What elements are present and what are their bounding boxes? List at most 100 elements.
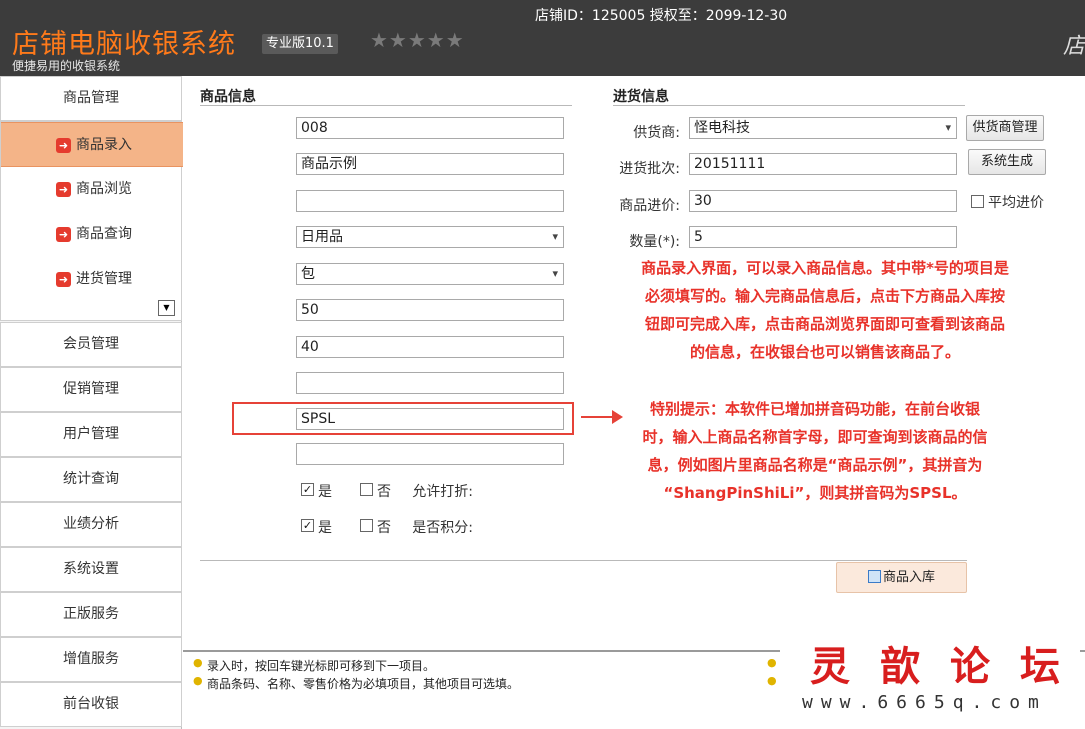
unit-value: 包: [301, 266, 315, 282]
submenu-item-label: 进货管理: [76, 271, 132, 287]
discount-no-label: 否: [377, 484, 391, 500]
quantity-input[interactable]: 5: [689, 226, 957, 248]
sidebar-item-product-management[interactable]: 商品管理: [0, 76, 182, 121]
discount-no-checkbox[interactable]: [360, 483, 373, 496]
points-yes-label: 是: [318, 520, 332, 536]
stock-in-label: 商品入库: [882, 570, 935, 585]
note-line: “ShangPinShiLi”，则其拼音码为SPSL。: [663, 484, 967, 502]
submenu-item-label: 商品查询: [76, 226, 132, 242]
watermark-logo: 灵歆论坛: [810, 643, 1085, 690]
sidebar-item-user-management[interactable]: 用户管理: [0, 412, 182, 457]
points-label: 是否积分:: [412, 520, 473, 536]
sidebar-item-promotion-management[interactable]: 促销管理: [0, 367, 182, 412]
batch-input[interactable]: 20151111: [689, 153, 957, 175]
member-price-input[interactable]: 40: [296, 336, 564, 358]
category-select[interactable]: 日用品: [296, 226, 564, 248]
submenu-item-product-entry[interactable]: ➜ 商品录入: [1, 122, 183, 167]
note-line: 特别提示：本软件已增加拼音码功能，在前台收银: [649, 400, 980, 418]
shop-info: 店铺ID：125005 授权至：2099-12-30: [535, 8, 788, 24]
divider: [200, 560, 967, 561]
note-line: 必须填写的。输入完商品信息后，点击下方商品入库按: [644, 287, 1005, 305]
spec-input[interactable]: [296, 372, 564, 394]
divider: [613, 105, 965, 106]
lightbulb-icon: ●: [193, 674, 203, 687]
edition-badge: 专业版10.1: [262, 34, 338, 54]
watermark-url: www.6665q.com: [802, 692, 1047, 713]
sidebar-item-settings[interactable]: 系统设置: [0, 547, 182, 592]
quantity-label: 数量(*):: [629, 234, 680, 250]
sidebar-item-value-added[interactable]: 增值服务: [0, 637, 182, 682]
points-yes-checkbox[interactable]: ✓: [301, 519, 314, 532]
sidebar-item-label: 系统设置: [63, 561, 119, 577]
arrow-right-icon: ➜: [56, 182, 71, 197]
note-line: 息，例如图片里商品名称是“商品示例”，其拼音为: [647, 456, 983, 474]
pointer-arrow-icon: [581, 410, 623, 424]
allow-discount-label: 允许打折:: [412, 484, 473, 500]
sidebar-item-member-management[interactable]: 会员管理: [0, 322, 182, 367]
barcode-input[interactable]: 008: [296, 117, 564, 139]
tip-text: 录入时，按回车键光标即可移到下一项目。: [207, 659, 436, 673]
note-line: 时，输入上商品名称首字母，即可查询到该商品的信: [642, 428, 988, 446]
unit-select[interactable]: 包: [296, 263, 564, 285]
header-corner-text: 店: [1062, 34, 1085, 59]
submenu-item-product-query[interactable]: ➜ 商品查询: [1, 212, 183, 257]
purchase-info-title: 进货信息: [613, 89, 669, 105]
discount-yes-label: 是: [318, 484, 332, 500]
submenu-item-label: 商品浏览: [76, 181, 132, 197]
cost-input[interactable]: 30: [689, 190, 957, 212]
lightbulb-icon: ●: [193, 656, 203, 669]
sidebar-item-label: 促销管理: [63, 381, 119, 397]
app-title: 店铺电脑收银系统: [12, 29, 236, 60]
sidebar-item-license-service[interactable]: 正版服务: [0, 592, 182, 637]
rating-stars-icon: ★★★★★: [370, 28, 465, 52]
sidebar-item-label: 业绩分析: [63, 516, 119, 532]
generate-batch-button[interactable]: 系统生成: [968, 149, 1046, 175]
pinyin-tip-note: 特别提示：本软件已增加拼音码功能，在前台收银 时，输入上商品名称首字母，即可查询…: [625, 395, 1005, 507]
avg-cost-label: 平均进价: [988, 195, 1044, 211]
arrow-right-icon: ➜: [56, 227, 71, 242]
lightbulb-icon: ●: [767, 674, 777, 687]
divider: [200, 105, 572, 106]
product-submenu: ➜ 商品录入 ➜ 商品浏览 ➜ 商品查询 ➜ 进货管理: [0, 121, 183, 321]
discount-yes-checkbox[interactable]: ✓: [301, 483, 314, 496]
sidebar-item-label: 会员管理: [63, 336, 119, 352]
submenu-item-purchase-management[interactable]: ➜ 进货管理: [1, 257, 183, 302]
note-line: 商品录入界面，可以录入商品信息。其中带*号的项目是: [641, 259, 1009, 277]
pinyin-input[interactable]: SPSL: [296, 408, 564, 430]
points-no-label: 否: [377, 520, 391, 536]
product-info-title: 商品信息: [200, 89, 256, 105]
arrow-right-icon: ➜: [56, 272, 71, 287]
supplier-label: 供货商:: [633, 125, 680, 141]
submenu-dropdown-icon[interactable]: ▼: [158, 300, 175, 316]
arrow-right-icon: ➜: [56, 138, 71, 153]
sidebar-item-label: 商品管理: [63, 90, 119, 106]
entry-instruction-note: 商品录入界面，可以录入商品信息。其中带*号的项目是 必须填写的。输入完商品信息后…: [615, 254, 1035, 366]
points-no-checkbox[interactable]: [360, 519, 373, 532]
app-subtitle: 便捷易用的收银系统: [12, 59, 121, 73]
remark-input[interactable]: [296, 443, 564, 465]
sidebar-item-label: 前台收银: [63, 696, 119, 712]
sidebar-item-label: 统计查询: [63, 471, 119, 487]
product-entry-panel: 商品信息 商品条码(*): 008 商品名称(*): 商品示例 商品货号: 商品…: [183, 76, 1085, 650]
sidebar-item-label: 用户管理: [63, 426, 119, 442]
tip-text: 商品条码、名称、零售价格为必填项目，其他项目可选填。: [207, 677, 520, 691]
sidebar-item-statistics[interactable]: 统计查询: [0, 457, 182, 502]
stock-in-button[interactable]: 商品入库: [836, 562, 967, 593]
sidebar-item-label: 增值服务: [63, 651, 119, 667]
note-line: 钮即可完成入库，点击商品浏览界面即可查看到该商品: [644, 315, 1005, 333]
submenu-item-product-browse[interactable]: ➜ 商品浏览: [1, 167, 183, 212]
batch-label: 进货批次:: [619, 161, 680, 177]
product-name-input[interactable]: 商品示例: [296, 153, 564, 175]
supplier-management-button[interactable]: 供货商管理: [966, 115, 1044, 141]
sidebar-item-performance[interactable]: 业绩分析: [0, 502, 182, 547]
submenu-item-label: 商品录入: [76, 137, 132, 153]
category-value: 日用品: [301, 229, 343, 245]
app-header: 店铺电脑收银系统 便捷易用的收银系统 专业版10.1 ★★★★★ 店铺ID：12…: [0, 0, 1085, 76]
item-no-input[interactable]: [296, 190, 564, 212]
retail-price-input[interactable]: 50: [296, 299, 564, 321]
sidebar: 商品管理 ➜ 商品录入 ➜ 商品浏览 ➜ 商品查询 ➜ 进货管理 ▼ 会员管理 …: [0, 76, 183, 729]
lightbulb-icon: ●: [767, 656, 777, 669]
avg-cost-checkbox[interactable]: [971, 195, 984, 208]
sidebar-item-front-cashier[interactable]: 前台收银: [0, 682, 182, 727]
supplier-select[interactable]: 怪电科技: [689, 117, 957, 139]
